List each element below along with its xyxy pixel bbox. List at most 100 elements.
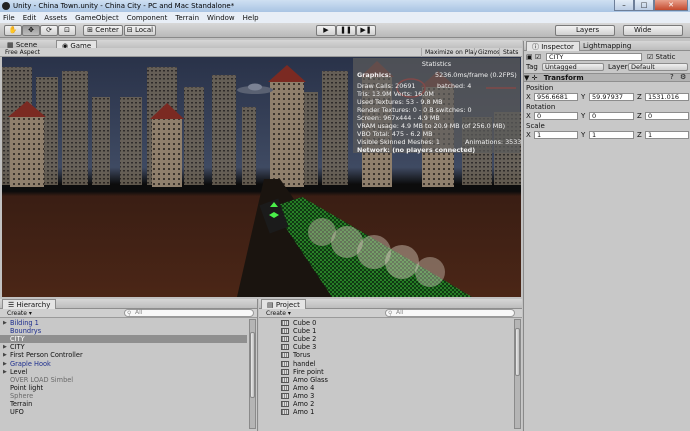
hierarchy-item[interactable]: Boundrys [0, 327, 247, 335]
play-button[interactable]: ▶ [316, 25, 336, 36]
pivot-center-toggle[interactable]: ⊞ Center [83, 25, 123, 36]
layout-dropdown[interactable]: Wide [623, 25, 683, 36]
hierarchy-item[interactable]: ▶ CITY [0, 343, 247, 351]
transform-label: Transform [543, 74, 584, 82]
menu-file[interactable]: File [3, 14, 15, 22]
hierarchy-item-label: First Person Controller [10, 351, 83, 360]
scale-z-field[interactable]: 1 [645, 131, 689, 139]
project-item[interactable]: Amo 3 [259, 392, 512, 400]
transform-settings-icon[interactable]: ⚙ [680, 73, 686, 81]
hierarchy-item-selected[interactable]: CITY [0, 335, 247, 344]
layer-dropdown[interactable]: Default [628, 63, 688, 71]
rotate-icon: ⟳ [46, 26, 52, 34]
hierarchy-item[interactable]: Sphere [0, 392, 247, 400]
tab-hierarchy[interactable]: ☰ Hierarchy [2, 299, 57, 309]
project-create-button[interactable]: Create ▾ [263, 309, 294, 318]
tag-dropdown[interactable]: Untagged [542, 63, 604, 71]
hierarchy-item[interactable]: Point light [0, 384, 247, 392]
rotation-y-field[interactable]: 0 [589, 112, 634, 120]
project-item[interactable]: Amo 1 [259, 408, 512, 416]
hierarchy-search-input[interactable]: ⚲ All [124, 309, 254, 317]
hierarchy-item[interactable]: OVER LOAD Simbel [0, 376, 247, 384]
tab-inspector[interactable]: ⓘ Inspector [526, 41, 580, 51]
hierarchy-icon: ☰ [8, 301, 15, 309]
hand-tool-button[interactable]: ✋ [4, 25, 22, 36]
project-search-input[interactable]: ⚲ All [385, 309, 515, 317]
project-item[interactable]: Fire point [259, 368, 512, 376]
rotation-label: Rotation [526, 103, 556, 111]
tab-lightmapping[interactable]: Lightmapping [578, 41, 636, 51]
project-item[interactable]: Cube 2 [259, 335, 512, 343]
maximize-on-play-toggle[interactable]: Maximize on Play [421, 48, 480, 57]
scale-y-field[interactable]: 1 [589, 131, 634, 139]
scale-x-field[interactable]: 1 [534, 131, 578, 139]
active-checkbox[interactable]: ☑ [535, 53, 541, 61]
hierarchy-scrollbar[interactable] [249, 319, 256, 429]
hierarchy-item[interactable]: Terrain [0, 400, 247, 408]
hierarchy-item[interactable]: UFO [0, 408, 247, 416]
menu-component[interactable]: Component [127, 14, 168, 22]
gameobject-cube-icon: ▣ [526, 53, 533, 61]
tab-inspector-label: Inspector [541, 43, 574, 51]
maximize-button[interactable]: □ [634, 0, 654, 11]
hierarchy-item-label: Terrain [10, 399, 33, 408]
project-item[interactable]: Amo 2 [259, 400, 512, 408]
expand-arrow-icon[interactable]: ▶ [3, 368, 10, 376]
move-tool-button[interactable]: ✥ [22, 25, 40, 36]
static-toggle[interactable]: ☑ Static [647, 53, 676, 61]
rotate-tool-button[interactable]: ⟳ [40, 25, 58, 36]
close-button[interactable]: ✕ [654, 0, 688, 11]
aspect-dropdown[interactable]: Free Aspect [2, 48, 43, 57]
stats-batched: batched: 4 [437, 82, 472, 90]
position-z-field[interactable]: 1531.016 [645, 93, 689, 101]
project-item[interactable]: Torus [259, 351, 512, 359]
menu-assets[interactable]: Assets [44, 14, 67, 22]
stats-vram: VRAM usage: 4.9 MB to 20.9 MB (of 256.0 … [357, 122, 506, 130]
pause-button[interactable]: ❚❚ [336, 25, 356, 36]
expand-arrow-icon[interactable]: ▶ [3, 319, 10, 327]
menu-window[interactable]: Window [207, 14, 235, 22]
project-item[interactable]: Cube 0 [259, 319, 512, 327]
hierarchy-item-label: Level [10, 367, 28, 376]
space-label: Local [134, 26, 154, 34]
menu-gameobject[interactable]: GameObject [75, 14, 119, 22]
project-scroll-thumb[interactable] [515, 328, 520, 376]
hierarchy-create-button[interactable]: Create ▾ [4, 309, 35, 318]
minimize-button[interactable]: – [614, 0, 634, 11]
stats-animations: Animations: 3533 [465, 138, 522, 146]
menu-terrain[interactable]: Terrain [175, 14, 199, 22]
project-scrollbar[interactable] [514, 319, 521, 429]
hierarchy-scroll-thumb[interactable] [250, 332, 255, 398]
hierarchy-item[interactable]: ▶ Bilding 1 [0, 319, 247, 327]
project-item[interactable]: Amo Glass [259, 376, 512, 384]
expand-arrow-icon[interactable]: ▶ [3, 343, 10, 351]
stats-toggle[interactable]: Stats [499, 48, 521, 57]
project-item[interactable]: handel [259, 359, 512, 368]
project-item[interactable]: Amo 4 [259, 384, 512, 392]
project-item[interactable]: Cube 1 [259, 327, 512, 335]
layers-dropdown[interactable]: Layers [555, 25, 615, 36]
object-name-input[interactable]: CITY [546, 53, 642, 61]
mesh-icon [281, 344, 289, 351]
transform-header[interactable]: ▼ ✛ Transform [524, 73, 690, 82]
position-y-field[interactable]: 59.97937 [589, 93, 634, 101]
static-checkbox[interactable]: ☑ [647, 53, 653, 61]
project-item[interactable]: Cube 3 [259, 343, 512, 351]
tab-hierarchy-label: Hierarchy [16, 301, 51, 309]
hierarchy-item[interactable]: ▶ Level [0, 368, 247, 376]
expand-arrow-icon[interactable]: ▶ [3, 351, 10, 359]
rotation-z-field[interactable]: 0 [645, 112, 689, 120]
hierarchy-item[interactable]: ▶ Graple Hook [0, 359, 247, 368]
rotation-x-field[interactable]: 0 [534, 112, 578, 120]
step-button[interactable]: ▶❚ [356, 25, 376, 36]
space-local-toggle[interactable]: ⊟ Local [124, 25, 156, 36]
expand-arrow-icon[interactable]: ▶ [3, 360, 10, 368]
hierarchy-item[interactable]: ▶ First Person Controller [0, 351, 247, 359]
menu-edit[interactable]: Edit [23, 14, 37, 22]
transform-help-icon[interactable]: ? [670, 73, 674, 81]
scale-tool-button[interactable]: ⊡ [58, 25, 76, 36]
menu-help[interactable]: Help [243, 14, 259, 22]
tab-project[interactable]: ▤ Project [261, 299, 306, 309]
position-x-field[interactable]: 956.6681 [534, 93, 578, 101]
scale-z-label: Z [637, 131, 642, 139]
